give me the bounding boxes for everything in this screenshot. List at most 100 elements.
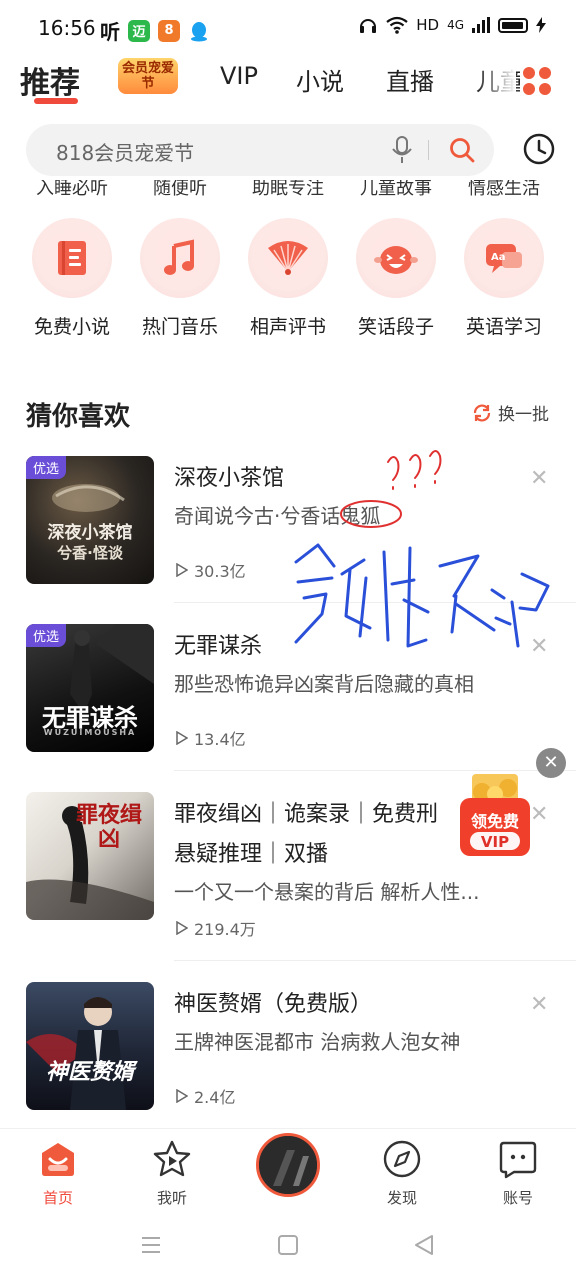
nav-label: 账号 <box>502 1189 533 1207</box>
microphone-icon[interactable] <box>390 136 414 164</box>
free-vip-float[interactable]: 领免费 VIP <box>460 770 530 860</box>
nav-account[interactable]: 账号 <box>468 1139 568 1208</box>
back-triangle-icon <box>415 1235 433 1255</box>
nav-label: 发现 <box>386 1189 417 1207</box>
cover-subtitle: 兮香·怪谈 <box>57 544 123 562</box>
category-circle: Aa <box>464 218 544 298</box>
play-icon <box>176 921 188 935</box>
search-placeholder: 818会员宠爱节 <box>56 141 195 165</box>
top-tabs: 推荐 会员宠爱节 VIP 小说 直播 儿童 <box>0 58 576 112</box>
category-hot-music[interactable]: 热门音乐 <box>126 218 234 339</box>
signal-label: 4G <box>447 18 464 32</box>
category-row-scrolled: 入睡必听 随便听 助眠专注 儿童故事 情感生活 <box>0 180 576 202</box>
refresh-button[interactable]: 换一批 <box>472 400 549 425</box>
list-item[interactable]: 优选 深夜小茶馆 兮香·怪谈 深夜小茶馆 奇闻说今古·兮香话鬼狐 30.3亿 ✕ <box>0 456 576 624</box>
cover-title: 罪夜缉凶 <box>75 803 142 852</box>
now-playing-icon <box>259 1136 317 1194</box>
svg-text:Aa: Aa <box>491 252 506 263</box>
category-circle <box>140 218 220 298</box>
tab-member-festival[interactable]: 会员宠爱节 <box>118 58 178 94</box>
category-cut-label[interactable]: 随便听 <box>130 180 230 200</box>
laugh-icon <box>374 246 418 274</box>
item-title: 罪夜缉凶｜诡案录｜免费刑 <box>174 802 439 827</box>
dismiss-icon[interactable]: ✕ <box>530 466 548 491</box>
play-count-value: 2.4亿 <box>194 1088 236 1107</box>
now-playing-button[interactable] <box>256 1133 320 1197</box>
tab-vip[interactable]: VIP <box>220 62 258 90</box>
premium-tag: 优选 <box>26 624 67 647</box>
category-crosstalk[interactable]: 相声评书 <box>234 218 342 339</box>
search-bar[interactable]: 818会员宠爱节 <box>26 124 494 176</box>
vip-float-label: 领免费 <box>470 812 519 831</box>
play-count: 30.3亿 <box>176 558 246 582</box>
category-cut-label[interactable]: 助眠专注 <box>238 180 338 200</box>
tab-novel[interactable]: 小说 <box>296 62 344 97</box>
system-navigation-bar <box>0 1218 576 1280</box>
category-label: 相声评书 <box>249 316 326 338</box>
category-label: 免费小说 <box>33 316 110 338</box>
category-jokes[interactable]: 笑话段子 <box>342 218 450 339</box>
headphones-icon <box>360 19 377 33</box>
category-english[interactable]: Aa 英语学习 <box>450 218 558 339</box>
category-grid-icon[interactable] <box>520 64 554 98</box>
play-count: 2.4亿 <box>176 1084 235 1108</box>
vip-float-badge: VIP <box>480 833 510 851</box>
tab-fade <box>476 58 516 108</box>
category-label: 英语学习 <box>465 316 542 338</box>
active-tab-indicator <box>34 98 78 104</box>
history-clock-icon[interactable] <box>522 132 556 166</box>
english-icon: Aa <box>486 244 522 273</box>
dismiss-icon[interactable]: ✕ <box>530 992 548 1017</box>
category-free-novel[interactable]: 免费小说 <box>18 218 126 339</box>
nav-label: 首页 <box>42 1189 73 1207</box>
category-circle <box>248 218 328 298</box>
play-icon <box>176 563 188 577</box>
play-count: 219.4万 <box>176 916 256 940</box>
nav-home[interactable]: 首页 <box>8 1139 108 1208</box>
tab-recommend[interactable]: 推荐 <box>20 58 80 102</box>
list-item[interactable]: 优选 无罪谋杀 WUZUIMOUSHA 无罪谋杀 那些恐怖诡异凶案背后隐藏的真相… <box>0 624 576 792</box>
category-cut-label[interactable]: 入睡必听 <box>22 180 122 200</box>
divider <box>174 602 576 603</box>
play-count: 13.4亿 <box>176 726 246 750</box>
cover-art <box>26 997 126 1110</box>
dismiss-icon[interactable]: ✕ <box>530 802 548 827</box>
book-icon <box>58 241 86 275</box>
signal-icon <box>472 17 490 33</box>
category-circle <box>356 218 436 298</box>
tab-live[interactable]: 直播 <box>386 62 434 97</box>
cover-title: 神医赘婿 <box>45 1060 134 1085</box>
battery-icon <box>498 17 528 33</box>
search-icon[interactable] <box>448 136 476 164</box>
system-nav-icons <box>142 1235 433 1255</box>
item-title: 无罪谋杀 <box>174 634 263 659</box>
play-count-value: 30.3亿 <box>194 562 246 581</box>
nav-my-listen[interactable]: 我听 <box>122 1139 222 1208</box>
item-description: 奇闻说今古·兮香话鬼狐 <box>174 504 381 528</box>
cover-image: 优选 无罪谋杀 WUZUIMOUSHA <box>26 624 154 752</box>
list-item[interactable]: 神医赘婿 神医赘婿（免费版） 王牌神医混都市 治病救人泡女神 2.4亿 ✕ <box>0 982 576 1150</box>
dismiss-icon[interactable]: ✕ <box>530 634 548 659</box>
search-divider <box>428 140 429 160</box>
listen-app-icon: 听 <box>100 20 120 44</box>
cover-image: 罪夜缉凶 <box>26 792 154 920</box>
nav-discover[interactable]: 发现 <box>352 1139 452 1208</box>
category-cut-label[interactable]: 儿童故事 <box>346 180 446 200</box>
compass-icon <box>383 1140 421 1178</box>
music-icon <box>164 239 194 275</box>
category-row: 免费小说 热门音乐 相声评书 笑话段子 Aa 英语学习 <box>0 218 576 338</box>
vip-float-close-button[interactable]: ✕ <box>536 748 566 778</box>
fan-icon <box>268 241 308 275</box>
orange-app-icon: 8 <box>158 19 180 42</box>
item-title: 深夜小茶馆 <box>174 466 285 491</box>
qq-icon <box>191 21 207 41</box>
app-screen: 16:56 听 迈 8 HD 4G 推荐 会员宠爱节 VIP 小说 直播 儿童 <box>0 0 576 1280</box>
network-hd-label: HD <box>416 16 440 34</box>
cover-title: 深夜小茶馆 <box>47 523 133 543</box>
cover-subtitle: WUZUIMOUSHA <box>43 728 137 737</box>
status-bar: 16:56 听 迈 8 HD 4G <box>0 0 576 58</box>
menu-icon <box>142 1237 160 1253</box>
charging-icon <box>536 17 546 33</box>
refresh-icon <box>473 404 491 421</box>
category-cut-label[interactable]: 情感生活 <box>454 180 554 200</box>
